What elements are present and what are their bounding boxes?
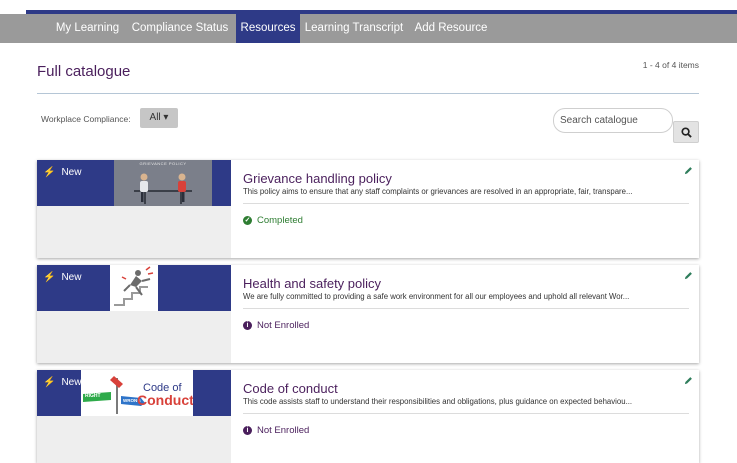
lightning-icon: ⚡ [43,272,56,283]
sign-right-text: RIGHT [85,393,101,399]
card-title[interactable]: Code of conduct [243,381,338,396]
pencil-icon[interactable] [684,376,693,385]
lightning-icon: ⚡ [43,167,56,178]
health-safety-thumbnail [110,265,158,311]
tab-learning-transcript[interactable]: Learning Transcript [302,14,406,43]
status-badge: ✓ Completed [243,215,303,226]
compliance-filter-label: Workplace Compliance: [41,114,131,124]
check-circle-icon: ✓ [243,216,252,225]
header-divider [37,93,699,94]
code-of-conduct-thumbnail: RIGHT WRONG Code of Conduct [81,370,193,416]
card-title[interactable]: Grievance handling policy [243,171,392,186]
new-badge: ⚡ New [43,272,82,283]
search-icon [681,127,692,138]
card-divider [243,413,689,414]
search-button[interactable] [673,121,699,143]
lightning-icon: ⚡ [43,377,56,388]
thumbnail-heading-line2: Conduct [137,392,193,408]
items-count: 1 - 4 of 4 items [642,60,699,70]
resource-card[interactable]: RIGHT WRONG Code of Conduct ⚡ New Code of… [37,370,699,463]
tab-resources[interactable]: Resources [236,14,300,43]
card-description: This code assists staff to understand th… [243,397,633,406]
status-badge: i Not Enrolled [243,425,309,436]
grievance-thumbnail: GRIEVANCE POLICY [114,160,212,206]
card-description: We are fully committed to providing a sa… [243,292,630,301]
tab-my-learning[interactable]: My Learning [50,14,125,43]
main-nav: My Learning Compliance Status Resources … [0,14,737,43]
card-divider [243,308,689,309]
info-circle-icon: i [243,426,252,435]
card-description: This policy aims to ensure that any staf… [243,187,633,196]
card-divider [243,203,689,204]
search-input[interactable] [553,108,673,133]
tab-compliance-status[interactable]: Compliance Status [127,14,233,43]
pencil-icon[interactable] [684,166,693,175]
resource-card[interactable]: ⚡ New Health and safety policy We are ful… [37,265,699,363]
status-badge: i Not Enrolled [243,320,309,331]
pencil-icon[interactable] [684,271,693,280]
new-badge: ⚡ New [43,377,82,388]
tab-add-resource[interactable]: Add Resource [410,14,492,43]
info-circle-icon: i [243,321,252,330]
card-title[interactable]: Health and safety policy [243,276,381,291]
new-badge: ⚡ New [43,167,82,178]
resource-card[interactable]: GRIEVANCE POLICY ⚡ New Grievance handling… [37,160,699,258]
page-title: Full catalogue [37,63,131,80]
top-strip [0,0,737,14]
compliance-filter-dropdown[interactable]: All ▾ [140,108,178,128]
